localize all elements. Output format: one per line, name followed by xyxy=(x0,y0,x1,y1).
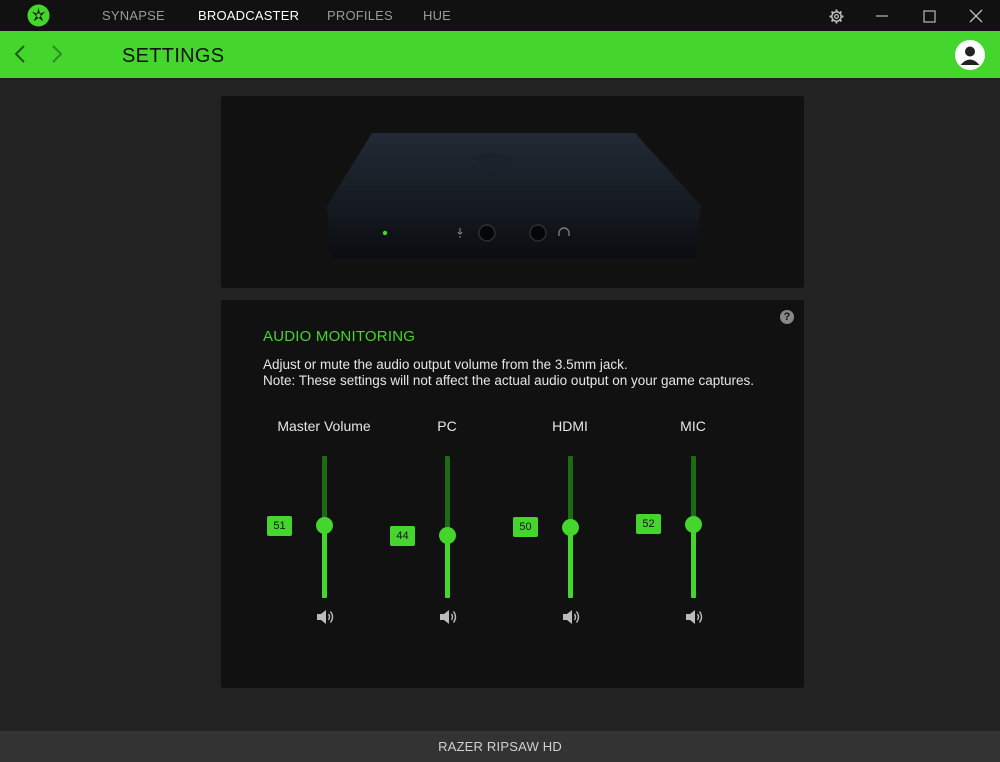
device-name[interactable]: RAZER RIPSAW HD xyxy=(0,739,1000,754)
title-bar: SYNAPSE BROADCASTER PROFILES HUE xyxy=(0,0,1000,31)
slider-pc: PC 44 xyxy=(387,418,507,638)
slider-label: Master Volume xyxy=(277,418,371,434)
section-description: Adjust or mute the audio output volume f… xyxy=(263,357,754,389)
tab-profiles[interactable]: PROFILES xyxy=(327,8,393,23)
gear-icon xyxy=(828,8,844,24)
slider-track[interactable] xyxy=(316,456,333,598)
forward-arrow-icon[interactable] xyxy=(45,43,67,65)
slider-fill xyxy=(322,525,327,598)
slider-fill xyxy=(568,527,573,598)
volume-value-badge: 44 xyxy=(390,525,415,546)
slider-thumb[interactable] xyxy=(316,517,333,535)
person-icon xyxy=(960,46,980,65)
tab-synapse[interactable]: SYNAPSE xyxy=(102,8,165,23)
slider-thumb[interactable] xyxy=(439,527,456,545)
maximize-button[interactable] xyxy=(919,6,939,26)
slider-fill xyxy=(445,535,450,598)
slider-hdmi: HDMI 50 xyxy=(510,418,630,638)
volume-value-badge: 50 xyxy=(513,517,538,537)
help-icon[interactable]: ? xyxy=(780,310,794,324)
slider-label: HDMI xyxy=(552,418,588,434)
back-arrow-icon[interactable] xyxy=(10,43,32,65)
slider-fill xyxy=(691,524,696,598)
page-header: SETTINGS xyxy=(0,31,1000,78)
section-title: AUDIO MONITORING xyxy=(263,328,416,345)
slider-thumb[interactable] xyxy=(685,515,702,533)
tab-hue[interactable]: HUE xyxy=(423,8,451,23)
slider-label: MIC xyxy=(680,418,706,434)
minimize-icon xyxy=(876,15,888,17)
slider-track[interactable] xyxy=(685,456,702,598)
minimize-button[interactable] xyxy=(872,6,892,26)
volume-value-badge: 51 xyxy=(267,515,292,536)
speaker-mute-icon[interactable] xyxy=(684,608,704,626)
description-line-1: Adjust or mute the audio output volume f… xyxy=(263,357,628,372)
slider-thumb[interactable] xyxy=(562,518,579,536)
speaker-mute-icon[interactable] xyxy=(438,608,458,626)
close-icon xyxy=(969,9,983,23)
tab-broadcaster[interactable]: BROADCASTER xyxy=(198,8,299,23)
maximize-icon xyxy=(922,9,936,23)
slider-label: PC xyxy=(437,418,457,434)
audio-monitoring-panel: AUDIO MONITORING Adjust or mute the audi… xyxy=(221,300,804,688)
page-title: SETTINGS xyxy=(122,45,225,67)
ripsaw-device-image xyxy=(327,133,701,258)
speaker-mute-icon[interactable] xyxy=(315,608,335,626)
description-line-2: Note: These settings will not affect the… xyxy=(263,373,755,388)
close-button[interactable] xyxy=(966,6,986,26)
slider-track[interactable] xyxy=(439,456,456,598)
slider-mic: MIC 52 xyxy=(633,418,753,638)
speaker-mute-icon[interactable] xyxy=(561,608,581,626)
slider-track[interactable] xyxy=(562,456,579,598)
slider-master-volume: Master Volume 51 xyxy=(264,418,384,638)
settings-button[interactable] xyxy=(826,6,846,26)
volume-value-badge: 52 xyxy=(636,514,661,535)
device-footer: RAZER RIPSAW HD xyxy=(0,731,1000,762)
razer-logo-icon[interactable] xyxy=(27,4,50,27)
device-image-panel xyxy=(221,96,804,288)
user-avatar-icon[interactable] xyxy=(955,40,985,70)
